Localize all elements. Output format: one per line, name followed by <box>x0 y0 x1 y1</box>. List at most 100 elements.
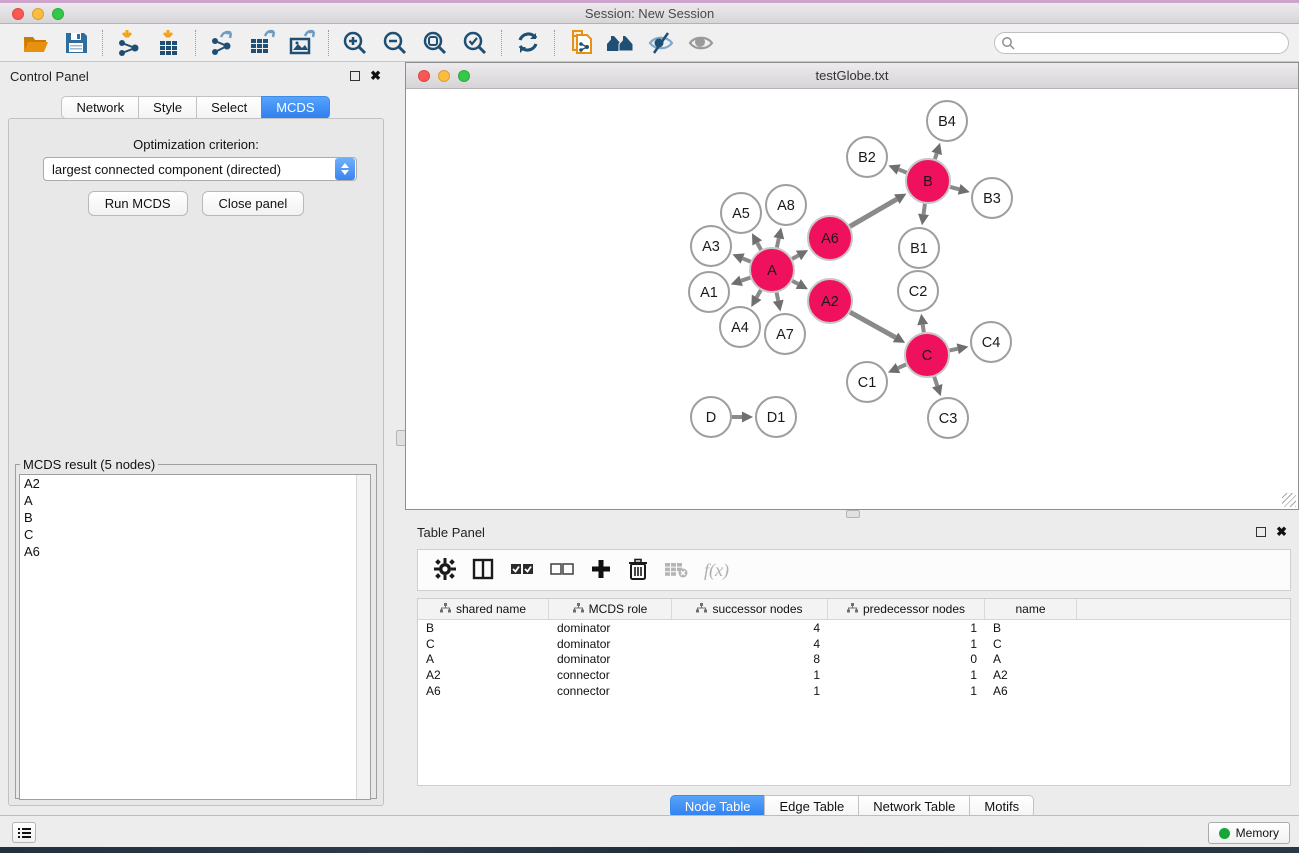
edge-A-A7[interactable] <box>777 293 779 301</box>
column-header-name[interactable]: name <box>985 599 1077 619</box>
search-input[interactable] <box>994 32 1289 54</box>
tab-mcds[interactable]: MCDS <box>261 96 329 119</box>
network-window-titlebar[interactable]: testGlobe.txt <box>406 63 1298 89</box>
cell-name[interactable]: A6 <box>985 684 1077 698</box>
network-minimize-icon[interactable] <box>438 70 450 82</box>
mcds-result-list[interactable]: A2ABCA6 <box>19 474 371 800</box>
edge-A-A5[interactable] <box>757 243 761 250</box>
column-header-predecessor-nodes[interactable]: predecessor nodes <box>828 599 985 619</box>
mcds-result-item[interactable]: B <box>20 509 370 526</box>
window-resize-grip[interactable] <box>1282 493 1296 507</box>
cell-predecessor-nodes[interactable]: 0 <box>828 652 985 666</box>
table-close-icon[interactable]: ✖ <box>1276 527 1287 537</box>
import-network-icon[interactable] <box>113 29 145 57</box>
cell-shared-name[interactable]: A2 <box>418 668 549 682</box>
export-network-icon[interactable] <box>206 29 238 57</box>
cell-MCDS-role[interactable]: connector <box>549 684 672 698</box>
edge-A2-C[interactable] <box>850 312 895 337</box>
task-history-button[interactable] <box>12 822 36 843</box>
close-panel-icon[interactable]: ✖ <box>370 71 381 81</box>
zoom-window-icon[interactable] <box>52 8 64 20</box>
create-column-plus-icon[interactable] <box>590 558 612 583</box>
cell-name[interactable]: C <box>985 637 1077 651</box>
edge-A-A1[interactable] <box>741 278 750 281</box>
edge-C-C2[interactable] <box>923 325 924 333</box>
edge-A6-B[interactable] <box>850 199 897 226</box>
edge-C-C1[interactable] <box>898 364 906 368</box>
memory-button[interactable]: Memory <box>1208 822 1290 844</box>
run-mcds-button[interactable]: Run MCDS <box>88 191 188 216</box>
table-float-icon[interactable] <box>1256 527 1266 537</box>
cell-MCDS-role[interactable]: connector <box>549 668 672 682</box>
cell-predecessor-nodes[interactable]: 1 <box>828 621 985 635</box>
edge-A-A8[interactable] <box>777 238 779 247</box>
mcds-result-item[interactable]: A6 <box>20 543 370 560</box>
edge-C-C4[interactable] <box>950 349 958 351</box>
select-all-icon[interactable] <box>510 561 534 580</box>
edge-A-A2[interactable] <box>792 281 798 284</box>
table-row[interactable]: Cdominator41C <box>418 636 1290 652</box>
duplicate-network-icon[interactable] <box>565 29 597 57</box>
cell-MCDS-role[interactable]: dominator <box>549 652 672 666</box>
show-details-icon[interactable] <box>685 29 717 57</box>
edge-A-A6[interactable] <box>792 255 798 258</box>
show-column-panel-icon[interactable] <box>472 558 494 583</box>
tab-style[interactable]: Style <box>138 96 196 119</box>
cell-predecessor-nodes[interactable]: 1 <box>828 684 985 698</box>
cell-name[interactable]: A2 <box>985 668 1077 682</box>
cell-successor-nodes[interactable]: 1 <box>672 684 828 698</box>
export-table-icon[interactable] <box>246 29 278 57</box>
import-table-icon[interactable] <box>153 29 185 57</box>
edge-A-A4[interactable] <box>757 290 761 297</box>
close-window-icon[interactable] <box>12 8 24 20</box>
network-zoom-icon[interactable] <box>458 70 470 82</box>
table-row[interactable]: A6connector11A6 <box>418 683 1290 699</box>
cell-successor-nodes[interactable]: 4 <box>672 621 828 635</box>
cell-shared-name[interactable]: B <box>418 621 549 635</box>
deselect-all-icon[interactable] <box>550 561 574 580</box>
optimization-criterion-select[interactable]: largest connected component (directed) <box>43 157 357 181</box>
cell-successor-nodes[interactable]: 1 <box>672 668 828 682</box>
cell-predecessor-nodes[interactable]: 1 <box>828 637 985 651</box>
cell-name[interactable]: B <box>985 621 1077 635</box>
column-header-MCDS-role[interactable]: MCDS role <box>549 599 672 619</box>
cell-MCDS-role[interactable]: dominator <box>549 621 672 635</box>
table-settings-gear-icon[interactable] <box>434 558 456 583</box>
edge-B-B2[interactable] <box>899 169 907 172</box>
home-icon[interactable] <box>605 29 637 57</box>
cell-successor-nodes[interactable]: 4 <box>672 637 828 651</box>
export-image-icon[interactable] <box>286 29 318 57</box>
zoom-fit-icon[interactable] <box>419 29 451 57</box>
table-row[interactable]: Adominator80A <box>418 652 1290 668</box>
mcds-result-item[interactable]: C <box>20 526 370 543</box>
result-list-scrollbar[interactable] <box>356 475 370 799</box>
mcds-result-item[interactable]: A2 <box>20 475 370 492</box>
cell-successor-nodes[interactable]: 8 <box>672 652 828 666</box>
hide-details-icon[interactable] <box>645 29 677 57</box>
edge-C-C3[interactable] <box>934 377 937 386</box>
cell-shared-name[interactable]: C <box>418 637 549 651</box>
zoom-out-icon[interactable] <box>379 29 411 57</box>
zoom-selected-icon[interactable] <box>459 29 491 57</box>
save-session-icon[interactable] <box>60 29 92 57</box>
edge-A-A3[interactable] <box>743 258 751 261</box>
cell-MCDS-role[interactable]: dominator <box>549 637 672 651</box>
network-close-icon[interactable] <box>418 70 430 82</box>
float-panel-icon[interactable] <box>350 71 360 81</box>
apply-layout-icon[interactable] <box>512 29 544 57</box>
tab-network[interactable]: Network <box>61 96 138 119</box>
tab-select[interactable]: Select <box>196 96 261 119</box>
horizontal-split-grip[interactable] <box>846 510 860 518</box>
table-row[interactable]: A2connector11A2 <box>418 667 1290 683</box>
column-header-successor-nodes[interactable]: successor nodes <box>672 599 828 619</box>
close-panel-button[interactable]: Close panel <box>202 191 305 216</box>
edge-B-B3[interactable] <box>950 187 959 189</box>
zoom-in-icon[interactable] <box>339 29 371 57</box>
delete-column-trash-icon[interactable] <box>628 558 648 583</box>
cell-predecessor-nodes[interactable]: 1 <box>828 668 985 682</box>
column-header-shared-name[interactable]: shared name <box>418 599 549 619</box>
table-row[interactable]: Bdominator41B <box>418 620 1290 636</box>
cell-shared-name[interactable]: A6 <box>418 684 549 698</box>
network-graph[interactable]: B4B2BB3A5A8A6A3B1AA1C2A2A4A7C4CC1C3DD1 <box>406 89 1298 509</box>
open-session-icon[interactable] <box>20 29 52 57</box>
